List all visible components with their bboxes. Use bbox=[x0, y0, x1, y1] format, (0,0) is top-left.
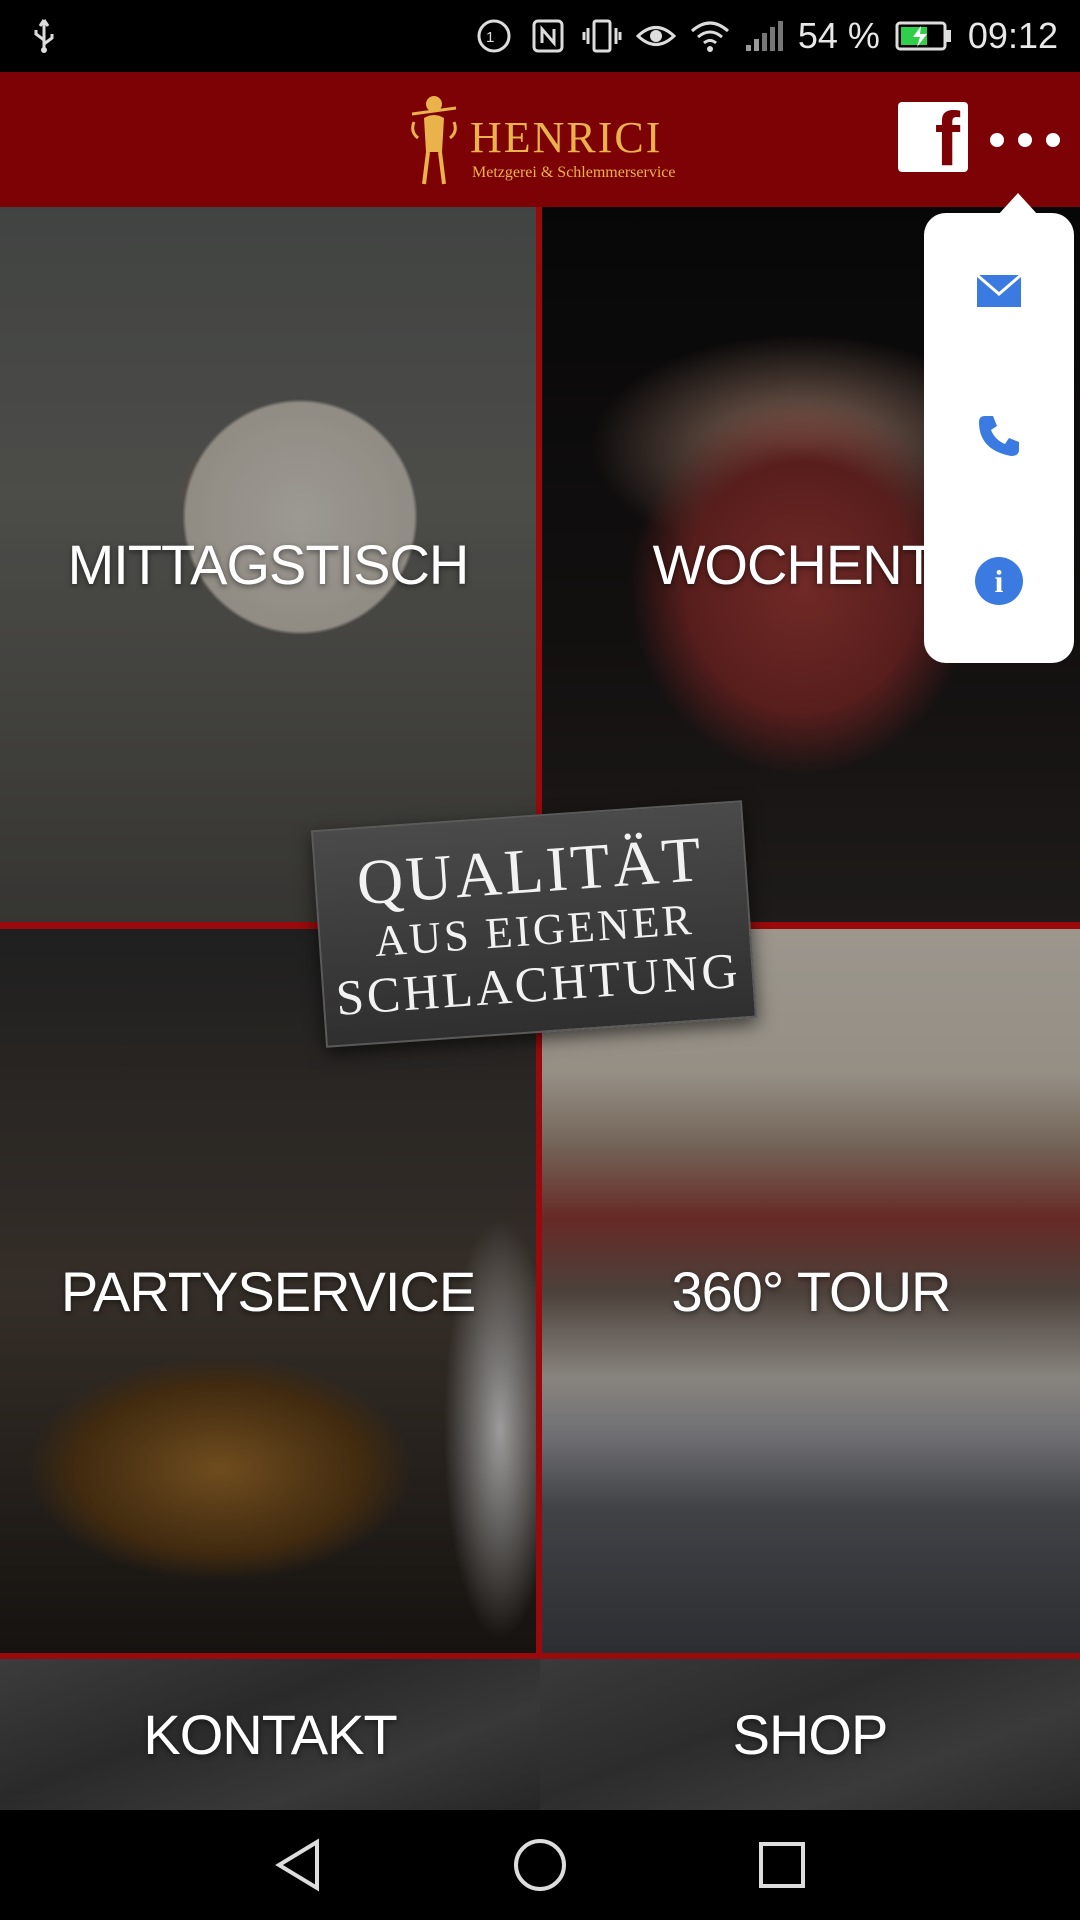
tile-label-kontakt: KONTAKT bbox=[143, 1703, 397, 1766]
recents-icon[interactable] bbox=[752, 1835, 812, 1895]
wifi-icon bbox=[690, 16, 730, 56]
butcher-figure-icon bbox=[408, 92, 460, 188]
info-button[interactable]: i bbox=[924, 531, 1074, 631]
nfc-icon bbox=[528, 16, 568, 56]
quality-badge: QUALITÄT AUS EIGENER SCHLACHTUNG bbox=[310, 800, 758, 1048]
tile-360-tour[interactable]: 360° TOUR bbox=[542, 929, 1080, 1653]
more-options-popup: i bbox=[924, 193, 1074, 663]
tile-kontakt[interactable]: KONTAKT bbox=[0, 1653, 540, 1810]
vibrate-icon bbox=[582, 16, 622, 56]
clock: 09:12 bbox=[967, 15, 1058, 56]
tile-label-partyservice: PARTYSERVICE bbox=[60, 1259, 476, 1323]
tile-label-shop: SHOP bbox=[732, 1703, 889, 1766]
more-dot bbox=[1046, 133, 1060, 147]
more-dot bbox=[990, 133, 1004, 147]
more-options-button[interactable] bbox=[990, 120, 1060, 160]
tile-label-wochentipp: WOCHENTI bbox=[652, 533, 951, 596]
tile-shop[interactable]: SHOP bbox=[540, 1653, 1080, 1810]
phone-button[interactable] bbox=[924, 388, 1074, 488]
brand-name: HENRICI bbox=[470, 113, 663, 162]
info-glyph: i bbox=[994, 562, 1004, 599]
facebook-button[interactable]: f bbox=[898, 102, 968, 178]
nfc-badge-icon: 1 bbox=[474, 16, 514, 56]
facebook-icon: f bbox=[934, 97, 960, 182]
signal-icon bbox=[744, 16, 784, 56]
tile-label-mittagstisch: MITTAGSTISCH bbox=[67, 533, 470, 596]
brand-tagline: Metzgerei & Schlemmerservice bbox=[472, 164, 676, 181]
back-icon[interactable] bbox=[268, 1835, 328, 1895]
usb-icon bbox=[24, 16, 64, 56]
app-header: HENRICI Metzgerei & Schlemmerservice f bbox=[0, 72, 1080, 207]
home-icon[interactable] bbox=[510, 1835, 570, 1895]
tile-label-360-tour: 360° TOUR bbox=[671, 1259, 951, 1323]
henrici-logo[interactable]: HENRICI Metzgerei & Schlemmerservice bbox=[400, 86, 690, 196]
phone-icon bbox=[977, 414, 1021, 463]
navigation-bar bbox=[0, 1810, 1080, 1920]
eye-icon bbox=[635, 16, 676, 56]
mail-button[interactable] bbox=[924, 243, 1074, 343]
tile-grid: MITTAGSTISCH WOCHENTI PARTYSERVICE 360° … bbox=[0, 207, 1080, 1810]
tile-mittagstisch[interactable]: MITTAGSTISCH bbox=[0, 207, 536, 922]
battery-charging-icon bbox=[894, 16, 954, 56]
info-icon: i bbox=[975, 557, 1023, 605]
mail-icon bbox=[976, 273, 1022, 313]
status-bar: 1 54 % 09:12 bbox=[0, 0, 1080, 72]
svg-text:1: 1 bbox=[486, 29, 494, 46]
more-dot bbox=[1018, 133, 1032, 147]
battery-percent: 54 % bbox=[797, 15, 880, 56]
